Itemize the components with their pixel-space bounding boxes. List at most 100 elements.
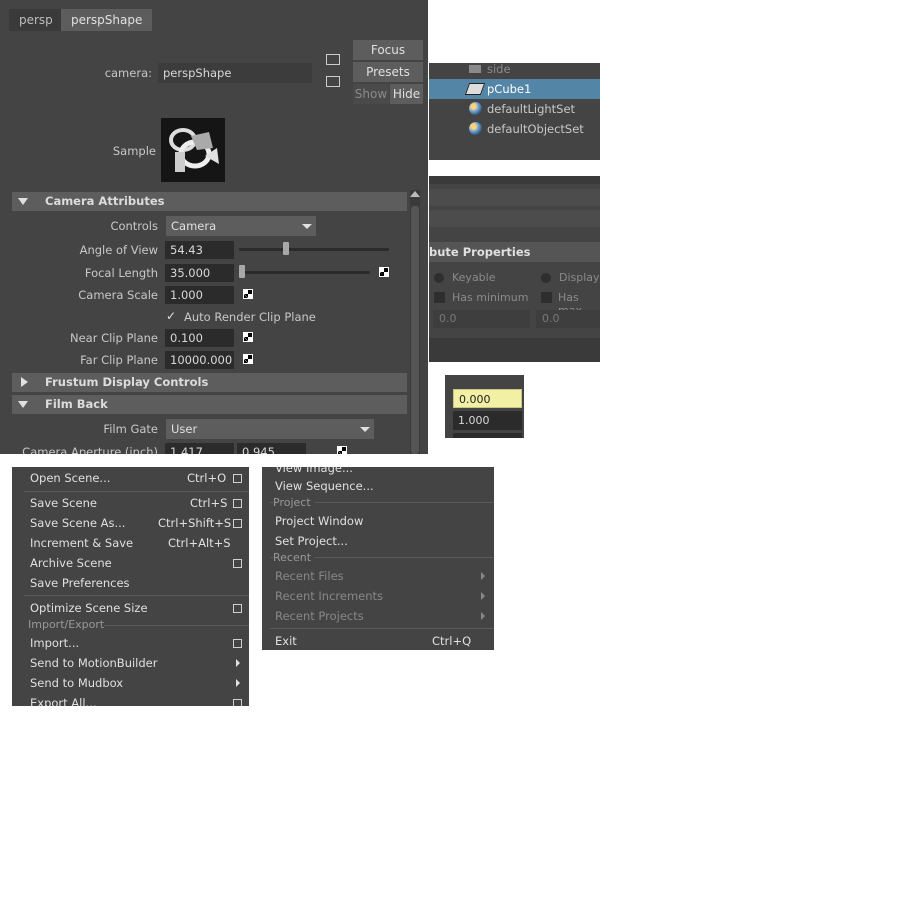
outliner-item-defaultlightset[interactable]: defaultLightSet (429, 99, 600, 119)
collapse-triangle-icon (18, 401, 28, 408)
angle-of-view-slider-handle[interactable] (282, 242, 289, 255)
camera-scale-field[interactable]: 1.000 (165, 286, 234, 304)
option-box-icon[interactable] (233, 499, 242, 508)
presets-button[interactable]: Presets (353, 62, 423, 82)
outliner-item-label: defaultLightSet (487, 102, 576, 116)
output-connection-icon[interactable] (326, 76, 340, 87)
auto-render-clip-checkbox[interactable]: ✓ (166, 310, 178, 322)
far-clip-field[interactable]: 10000.000 (165, 351, 234, 369)
submenu-arrow-icon (481, 572, 485, 580)
outliner-item-label: side (487, 63, 511, 76)
show-button[interactable]: Show (353, 84, 389, 104)
menu-item-import[interactable]: Import... (30, 633, 245, 653)
menu-item-label: Save Scene As... (30, 516, 126, 530)
focal-length-label: Focal Length (84, 266, 158, 280)
attribute-properties-header[interactable]: bute Properties (429, 242, 600, 262)
scroll-up-arrow-icon[interactable] (410, 191, 420, 197)
panel-divider (429, 176, 600, 184)
menu-item-save-scene-as[interactable]: Save Scene As... Ctrl+Shift+S (30, 513, 245, 533)
menu-item-recent-files[interactable]: Recent Files (275, 566, 490, 586)
outliner-item-defaultobjectset[interactable]: defaultObjectSet (429, 119, 600, 139)
option-box-icon[interactable] (233, 604, 242, 613)
outliner-item-label: defaultObjectSet (487, 122, 584, 136)
menu-item-save-scene[interactable]: Save Scene Ctrl+S (30, 493, 245, 513)
menu-item-optimize-scene-size[interactable]: Optimize Scene Size (30, 598, 245, 618)
near-clip-label: Near Clip Plane (69, 331, 158, 345)
value-field[interactable] (453, 433, 522, 438)
menu-item-open-scene[interactable]: Open Scene... Ctrl+O (30, 468, 245, 488)
menu-item-label: Export All... (30, 696, 97, 706)
focal-length-slider-handle[interactable] (239, 265, 245, 278)
map-texture-icon[interactable] (243, 289, 253, 299)
menu-item-recent-projects[interactable]: Recent Projects (275, 606, 490, 626)
focal-length-slider[interactable] (239, 271, 370, 274)
menu-item-label: Optimize Scene Size (30, 601, 148, 615)
near-clip-field[interactable]: 0.100 (165, 329, 234, 347)
minimum-value-field[interactable]: 0.0 (433, 310, 530, 328)
controls-label: Controls (110, 219, 158, 233)
tab-perspshape[interactable]: perspShape (61, 9, 153, 31)
menu-separator (24, 595, 249, 596)
menu-item-export-all[interactable]: Export All... (30, 693, 245, 706)
displayable-radio[interactable] (541, 273, 551, 283)
menu-item-increment-save[interactable]: Increment & Save Ctrl+Alt+S (30, 533, 245, 553)
chevron-down-icon (302, 224, 312, 229)
menu-item-send-to-motionbuilder[interactable]: Send to MotionBuilder (30, 653, 245, 673)
menu-item-view-sequence[interactable]: View Sequence... (275, 476, 374, 496)
angle-of-view-slider[interactable] (239, 248, 389, 251)
option-box-icon[interactable] (233, 699, 242, 706)
panel-divider (429, 338, 600, 362)
aperture-width-field[interactable]: 1.417 (165, 443, 234, 454)
frustum-display-header[interactable]: Frustum Display Controls (12, 373, 407, 392)
menu-item-send-to-mudbox[interactable]: Send to Mudbox (30, 673, 245, 693)
focus-button[interactable]: Focus (353, 40, 423, 60)
menu-item-label: Import... (30, 636, 80, 650)
menu-shortcut: Ctrl+Shift+S (158, 516, 232, 530)
attribute-properties-title: bute Properties (429, 245, 531, 259)
film-gate-label: Film Gate (103, 422, 158, 436)
outliner-item-pcube1[interactable]: pCube1 (429, 79, 600, 99)
camera-name-field[interactable]: perspShape (158, 63, 312, 83)
menu-item-recent-increments[interactable]: Recent Increments (275, 586, 490, 606)
menu-item-archive-scene[interactable]: Archive Scene (30, 553, 245, 573)
hide-button[interactable]: Hide (390, 84, 423, 104)
outliner-item-label: pCube1 (487, 82, 532, 96)
menu-item-save-preferences[interactable]: Save Preferences (30, 573, 245, 593)
camera-sample-swatch (161, 118, 225, 182)
aperture-height-field[interactable]: 0.945 (237, 443, 306, 454)
has-maximum-checkbox[interactable] (541, 292, 552, 303)
input-connection-icon[interactable] (326, 54, 340, 65)
camera-sample-icon (161, 118, 225, 182)
option-box-icon[interactable] (233, 559, 242, 568)
menu-item-project-window[interactable]: Project Window (275, 511, 363, 531)
menu-item-set-project[interactable]: Set Project... (275, 531, 348, 551)
scrollbar-thumb[interactable] (411, 206, 419, 454)
map-texture-icon[interactable] (337, 446, 347, 454)
value-field[interactable]: 1.000 (453, 411, 522, 430)
tab-persp[interactable]: persp (9, 9, 63, 31)
option-box-icon[interactable] (233, 474, 242, 483)
option-box-icon[interactable] (233, 639, 242, 648)
outliner-item-side[interactable]: side (429, 63, 600, 79)
submenu-arrow-icon (236, 659, 240, 667)
film-back-header[interactable]: Film Back (12, 395, 407, 414)
keyable-radio[interactable] (434, 273, 444, 283)
value-field-highlighted[interactable]: 0.000 (453, 389, 522, 408)
film-gate-dropdown[interactable]: User (166, 419, 374, 439)
option-box-icon[interactable] (233, 519, 242, 528)
has-minimum-checkbox[interactable] (434, 292, 445, 303)
submenu-arrow-icon (236, 679, 240, 687)
map-texture-icon[interactable] (243, 332, 253, 342)
focal-length-field[interactable]: 35.000 (165, 264, 234, 282)
menu-item-exit[interactable]: Exit Ctrl+Q (275, 631, 490, 650)
camera-attributes-header[interactable]: Camera Attributes (12, 192, 407, 211)
menu-item-label: Archive Scene (30, 556, 112, 570)
menu-item-label: Exit (275, 634, 297, 648)
maximum-value-field[interactable]: 0.0 (536, 310, 600, 328)
controls-dropdown[interactable]: Camera (166, 216, 316, 236)
map-texture-icon[interactable] (379, 267, 389, 277)
chevron-down-icon (360, 427, 370, 432)
map-texture-icon[interactable] (243, 354, 253, 364)
angle-of-view-field[interactable]: 54.43 (165, 241, 234, 259)
attribute-row (429, 189, 600, 206)
